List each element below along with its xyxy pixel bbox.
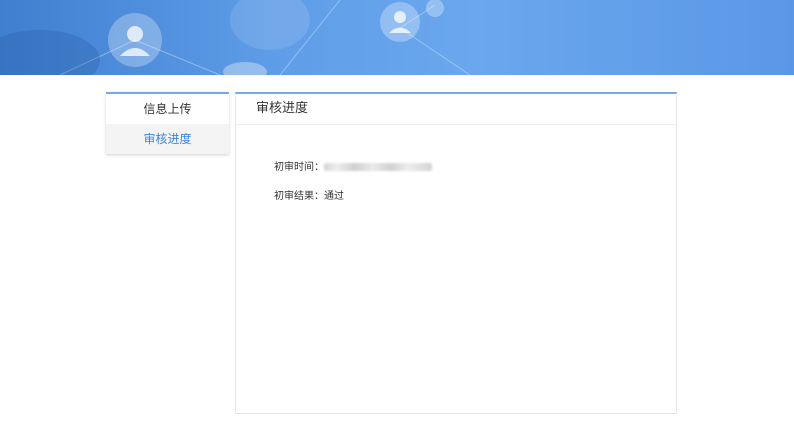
initial-review-result-row: 初审结果：通过 [274,187,344,202]
panel-title: 审核进度 [236,94,676,125]
initial-review-time-row: 初审时间： [274,158,432,173]
sidebar-item-review-progress[interactable]: 审核进度 [106,124,229,154]
header-banner [0,0,794,75]
initial-review-time-label: 初审时间： [274,162,324,173]
sidebar-item-label: 信息上传 [143,102,192,116]
user-avatar-icon [380,2,420,42]
sidebar-item-info-upload[interactable]: 信息上传 [106,94,229,124]
initial-review-result-value: 通过 [324,191,344,202]
review-progress-panel: 审核进度 初审时间： 初审结果：通过 [235,92,677,414]
user-avatar-icon [108,13,162,67]
sidebar-menu: 信息上传 审核进度 [106,92,229,154]
initial-review-time-value [324,163,432,171]
sidebar-item-label: 审核进度 [143,132,192,146]
banner-decoration [0,0,471,75]
initial-review-result-label: 初审结果： [274,191,324,202]
